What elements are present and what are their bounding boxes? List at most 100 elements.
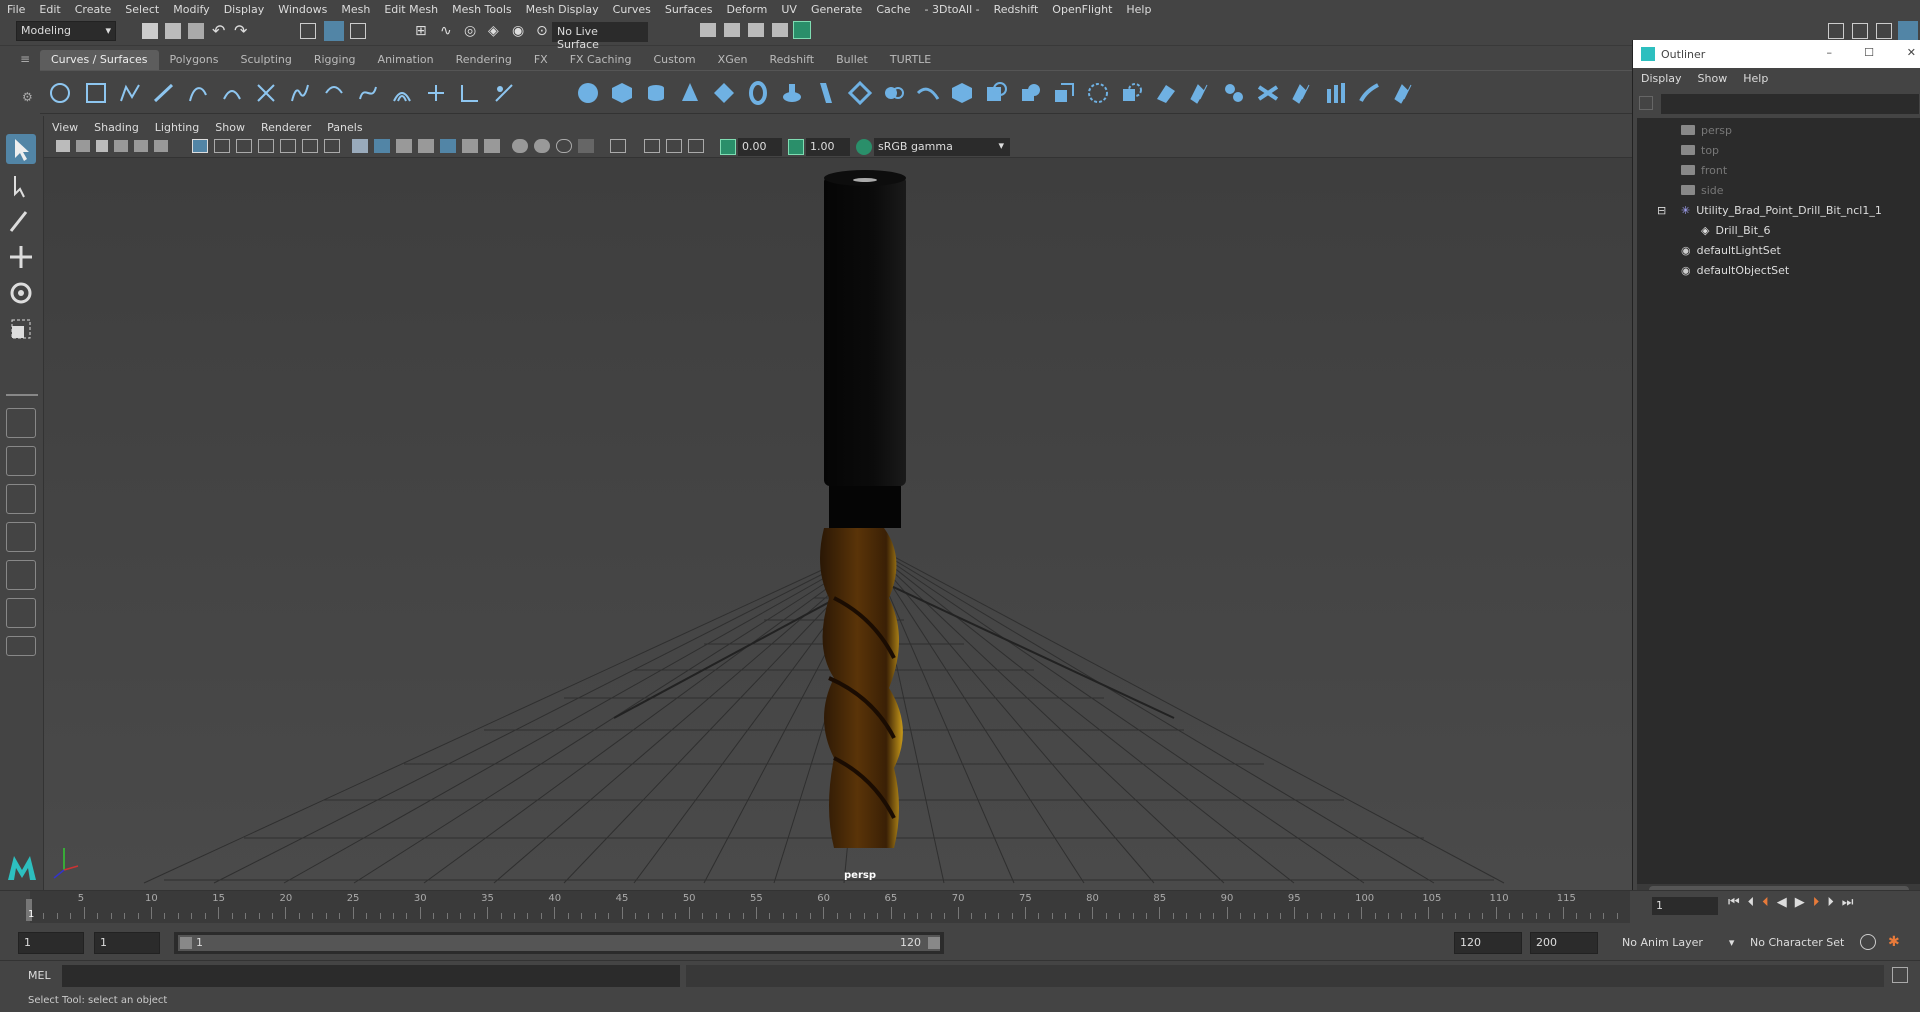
outliner-search-input[interactable] — [1661, 94, 1919, 114]
camera-attributes-icon[interactable] — [76, 140, 90, 152]
playback-start-field[interactable]: 1 — [94, 932, 160, 954]
menu-deform[interactable]: Deform — [719, 3, 774, 16]
textured-icon[interactable] — [418, 139, 434, 153]
live-surface-field[interactable]: No Live Surface — [552, 22, 648, 51]
boundary-icon[interactable] — [984, 81, 1008, 105]
range-start-grip[interactable] — [180, 937, 192, 949]
menu-mesh-display[interactable]: Mesh Display — [519, 3, 606, 16]
motion-blur-icon[interactable] — [610, 139, 626, 153]
loft-icon[interactable] — [814, 81, 838, 105]
move-tool-icon[interactable] — [6, 242, 36, 272]
redo-icon[interactable]: ↷ — [234, 21, 247, 40]
range-end-grip[interactable] — [928, 937, 940, 949]
ipr-render-icon[interactable] — [748, 23, 764, 37]
step-back-key-icon[interactable]: ⏴ — [1748, 895, 1755, 910]
persp-hypershade-layout-icon[interactable] — [6, 560, 36, 590]
detach-surface-icon[interactable] — [1222, 81, 1246, 105]
playback-end-field[interactable]: 120 — [1454, 932, 1522, 954]
gamma-toggle-icon[interactable] — [788, 139, 804, 155]
wireframe-on-shaded-icon[interactable] — [396, 139, 412, 153]
gate-mask-icon[interactable] — [258, 139, 274, 153]
ambient-occlusion-icon[interactable] — [484, 139, 500, 153]
extend-curve-icon[interactable] — [356, 81, 380, 105]
step-back-frame-icon[interactable]: ⏴ — [1762, 895, 1769, 910]
more-layouts-icon[interactable] — [6, 636, 36, 656]
channel-box-icon[interactable] — [1898, 21, 1918, 41]
snap-curve-icon[interactable]: ∿ — [440, 23, 452, 39]
snap-vertex-icon[interactable]: ⊙ — [536, 23, 548, 39]
outliner-item[interactable]: side — [1637, 180, 1920, 200]
auto-key-icon[interactable] — [1860, 934, 1876, 950]
menu-redshift[interactable]: Redshift — [987, 3, 1046, 16]
go-to-end-icon[interactable]: ⏭ — [1842, 895, 1854, 910]
rebuild-curve-icon[interactable] — [424, 81, 448, 105]
outliner-persp-layout-icon[interactable] — [6, 598, 36, 628]
shelf-tab-fx-caching[interactable]: FX Caching — [559, 50, 643, 70]
safe-action-icon[interactable] — [302, 139, 318, 153]
menu-windows[interactable]: Windows — [271, 3, 334, 16]
current-frame-field[interactable]: 1 — [1652, 897, 1718, 915]
hypershade-icon[interactable] — [793, 21, 811, 39]
new-scene-icon[interactable] — [142, 23, 158, 39]
shelf-menu-icon[interactable]: ≡ — [20, 52, 30, 66]
birail-icon[interactable] — [916, 81, 940, 105]
grease-pencil-icon[interactable] — [154, 140, 168, 152]
render-view-icon[interactable] — [700, 23, 716, 37]
command-input[interactable] — [62, 965, 680, 987]
extend-surface-icon[interactable] — [1324, 81, 1348, 105]
tool-settings-icon[interactable] — [1876, 23, 1892, 39]
resolution-gate-icon[interactable] — [236, 139, 252, 153]
select-object-icon[interactable] — [324, 21, 344, 41]
viewport-menu-shading[interactable]: Shading — [86, 121, 147, 134]
step-forward-key-icon[interactable]: ⏵ — [1827, 895, 1834, 910]
maximize-icon[interactable]: ☐ — [1864, 46, 1874, 59]
lasso-tool-icon[interactable] — [6, 170, 36, 200]
outliner-item[interactable]: front — [1637, 160, 1920, 180]
use-all-lights-icon[interactable] — [440, 139, 456, 153]
viewport-menu-lighting[interactable]: Lighting — [147, 121, 207, 134]
menu-openflight[interactable]: OpenFlight — [1045, 3, 1119, 16]
shelf-tab-turtle[interactable]: TURTLE — [879, 50, 942, 70]
sculpt-geometry-icon[interactable] — [1358, 81, 1382, 105]
gamma-field[interactable]: 1.00 — [806, 138, 850, 156]
menu-uv[interactable]: UV — [774, 3, 804, 16]
shelf-tab-sculpting[interactable]: Sculpting — [229, 50, 302, 70]
workspace-dropdown[interactable]: Modeling ▾ — [16, 21, 116, 41]
render-settings-icon[interactable] — [772, 23, 788, 37]
menu-edit[interactable]: Edit — [32, 3, 67, 16]
shelf-tab-polygons[interactable]: Polygons — [159, 50, 230, 70]
outliner-item[interactable]: top — [1637, 140, 1920, 160]
menu-file[interactable]: File — [0, 3, 32, 16]
exposure-toggle-icon[interactable] — [720, 139, 736, 155]
shelf-tab-redshift[interactable]: Redshift — [758, 50, 825, 70]
outliner-menu-help[interactable]: Help — [1735, 72, 1776, 85]
select-hierarchy-icon[interactable] — [300, 23, 316, 39]
xray-components-icon[interactable] — [556, 139, 572, 153]
save-scene-icon[interactable] — [188, 23, 204, 39]
menu-help[interactable]: Help — [1119, 3, 1158, 16]
animation-preferences-icon[interactable]: ✱ — [1888, 934, 1904, 950]
shelf-tab-curves-surfaces[interactable]: Curves / Surfaces — [40, 50, 159, 70]
render-current-icon[interactable] — [724, 23, 740, 37]
snap-view-icon[interactable]: ◈ — [488, 23, 499, 39]
menu-edit-mesh[interactable]: Edit Mesh — [377, 3, 445, 16]
bevel-plus-icon[interactable] — [950, 81, 974, 105]
insert-isoparm-icon[interactable] — [1290, 81, 1314, 105]
select-component-icon[interactable] — [350, 23, 366, 39]
animation-start-field[interactable]: 1 — [18, 932, 84, 954]
open-scene-icon[interactable] — [165, 23, 181, 39]
select-tool-icon[interactable] — [6, 134, 36, 164]
xray-icon[interactable] — [512, 139, 528, 153]
shelf-tab-custom[interactable]: Custom — [643, 50, 707, 70]
minimize-icon[interactable]: – — [1827, 46, 1833, 59]
view-transform-dropdown[interactable]: sRGB gamma ▾ — [874, 138, 1010, 156]
menu-create[interactable]: Create — [68, 3, 119, 16]
shelf-tab-animation[interactable]: Animation — [367, 50, 445, 70]
viewport-menu-panels[interactable]: Panels — [319, 121, 370, 134]
range-slider[interactable]: 1 120 — [174, 932, 944, 954]
undo-icon[interactable]: ↶ — [212, 21, 225, 40]
detach-curve-icon[interactable] — [322, 81, 346, 105]
shelf-tab-rigging[interactable]: Rigging — [303, 50, 367, 70]
single-perspective-layout-icon[interactable] — [6, 408, 36, 438]
ep-curve-icon[interactable] — [152, 81, 176, 105]
